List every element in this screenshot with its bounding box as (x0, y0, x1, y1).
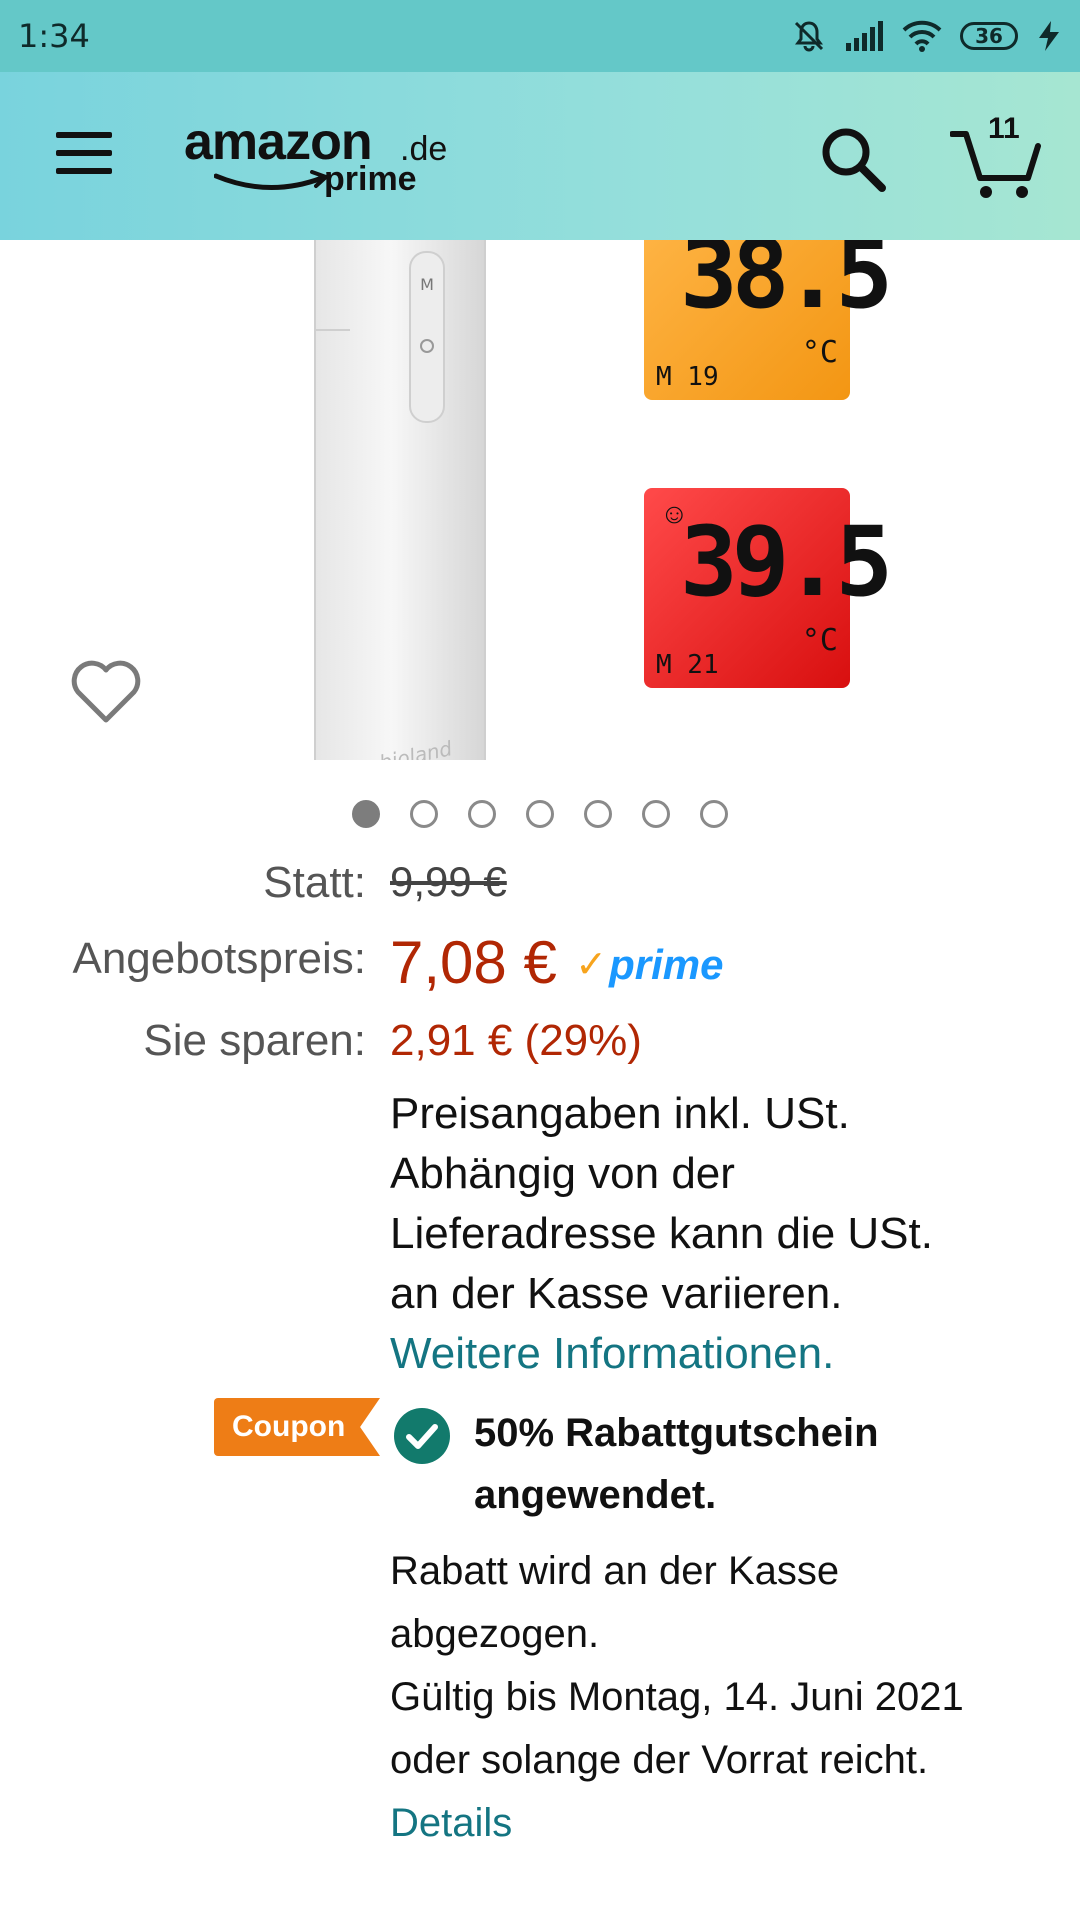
app-header: amazon .de prime 11 (0, 72, 1080, 240)
heart-icon (71, 660, 141, 723)
hamburger-icon (56, 132, 112, 138)
carousel-indicator (0, 800, 1080, 828)
battery-icon: 36 (960, 22, 1018, 50)
cart-button[interactable]: 11 (949, 112, 1042, 200)
signal-icon (844, 21, 884, 51)
status-bar: 1:34 36 (0, 0, 1080, 72)
display-unit: °C (801, 335, 838, 370)
prime-check-icon: ✓ (575, 944, 608, 986)
deal-price: 7,08 € (390, 929, 557, 996)
carousel-dot[interactable] (526, 800, 554, 828)
carousel-dot[interactable] (700, 800, 728, 828)
display-memory: M 21 (656, 650, 719, 680)
coupon-desc-line: Rabatt wird an der Kasse (390, 1549, 840, 1593)
carousel-dot[interactable] (468, 800, 496, 828)
lcd-display-red: ☺ 39.5 M 21 °C (644, 488, 893, 688)
coupon-desc-line: abgezogen. (390, 1612, 600, 1656)
menu-button[interactable] (56, 132, 112, 174)
wifi-icon (902, 20, 942, 52)
tax-line: Lieferadresse kann die USt. (390, 1209, 933, 1258)
smile-arrow-icon (214, 170, 330, 191)
cart-count: 11 (988, 112, 1020, 145)
search-icon (822, 128, 886, 192)
display-reading: 39.5 (680, 506, 893, 618)
coupon-title-line: 50% Rabattgutschein (474, 1411, 879, 1455)
coupon-details-link[interactable]: Details (390, 1792, 1040, 1855)
coupon-badge: Coupon (214, 1398, 380, 1456)
coupon-check-button[interactable] (394, 1408, 450, 1464)
coupon-description: Rabatt wird an der Kasse abgezogen. Gült… (390, 1540, 1040, 1855)
display-unit: °C (801, 623, 838, 658)
coupon-title-line: angewendet. (474, 1473, 717, 1517)
battery-level: 36 (975, 24, 1003, 48)
tax-line: Preisangaben inkl. USt. (390, 1089, 850, 1138)
bell-muted-icon (792, 19, 826, 53)
display-reading: 38.5 (680, 240, 893, 330)
carousel-dot[interactable] (410, 800, 438, 828)
charging-icon (1036, 20, 1062, 52)
search-button[interactable] (818, 124, 888, 194)
tax-notice: Preisangaben inkl. USt. Abhängig von der… (390, 1084, 1040, 1384)
tax-line: an der Kasse variieren. (390, 1269, 843, 1318)
status-time: 1:34 (18, 17, 90, 55)
savings-label: Sie sparen: (143, 1016, 366, 1065)
wishlist-heart-button[interactable] (70, 658, 142, 724)
savings-value: 2,91 € (29%) (390, 1016, 642, 1065)
more-info-link[interactable]: Weitere Informationen. (390, 1324, 1040, 1384)
coupon-title: 50% Rabattgutschein angewendet. (474, 1402, 1034, 1526)
list-price: 9,99 € (390, 858, 507, 905)
deal-price-label: Angebotspreis: (72, 934, 366, 983)
list-price-label: Statt: (263, 858, 366, 907)
tax-line: Abhängig von der (390, 1149, 735, 1198)
thermometer-image: M bioland (314, 240, 486, 760)
display-memory: M 19 (656, 362, 719, 392)
product-image-carousel[interactable]: M bioland 38.5 M 19 °C ☺ 39.5 M 21 °C (0, 240, 1080, 760)
prime-badge: ✓ prime (575, 941, 723, 989)
carousel-dot[interactable] (642, 800, 670, 828)
svg-text:M: M (420, 275, 434, 294)
lcd-display-orange: 38.5 M 19 °C (644, 240, 893, 400)
carousel-dot-active[interactable] (352, 800, 380, 828)
carousel-dot[interactable] (584, 800, 612, 828)
logo-prime: prime (324, 160, 417, 198)
prime-badge-text: prime (609, 940, 724, 988)
checkmark-icon (406, 1424, 438, 1449)
amazon-prime-logo[interactable]: amazon .de prime (184, 112, 454, 204)
coupon-desc-line: oder solange der Vorrat reicht. (390, 1738, 929, 1782)
status-icons: 36 (792, 19, 1062, 53)
coupon-desc-line: Gültig bis Montag, 14. Juni 2021 (390, 1675, 964, 1719)
deal-price-value: 7,08 € ✓ prime (390, 928, 724, 997)
